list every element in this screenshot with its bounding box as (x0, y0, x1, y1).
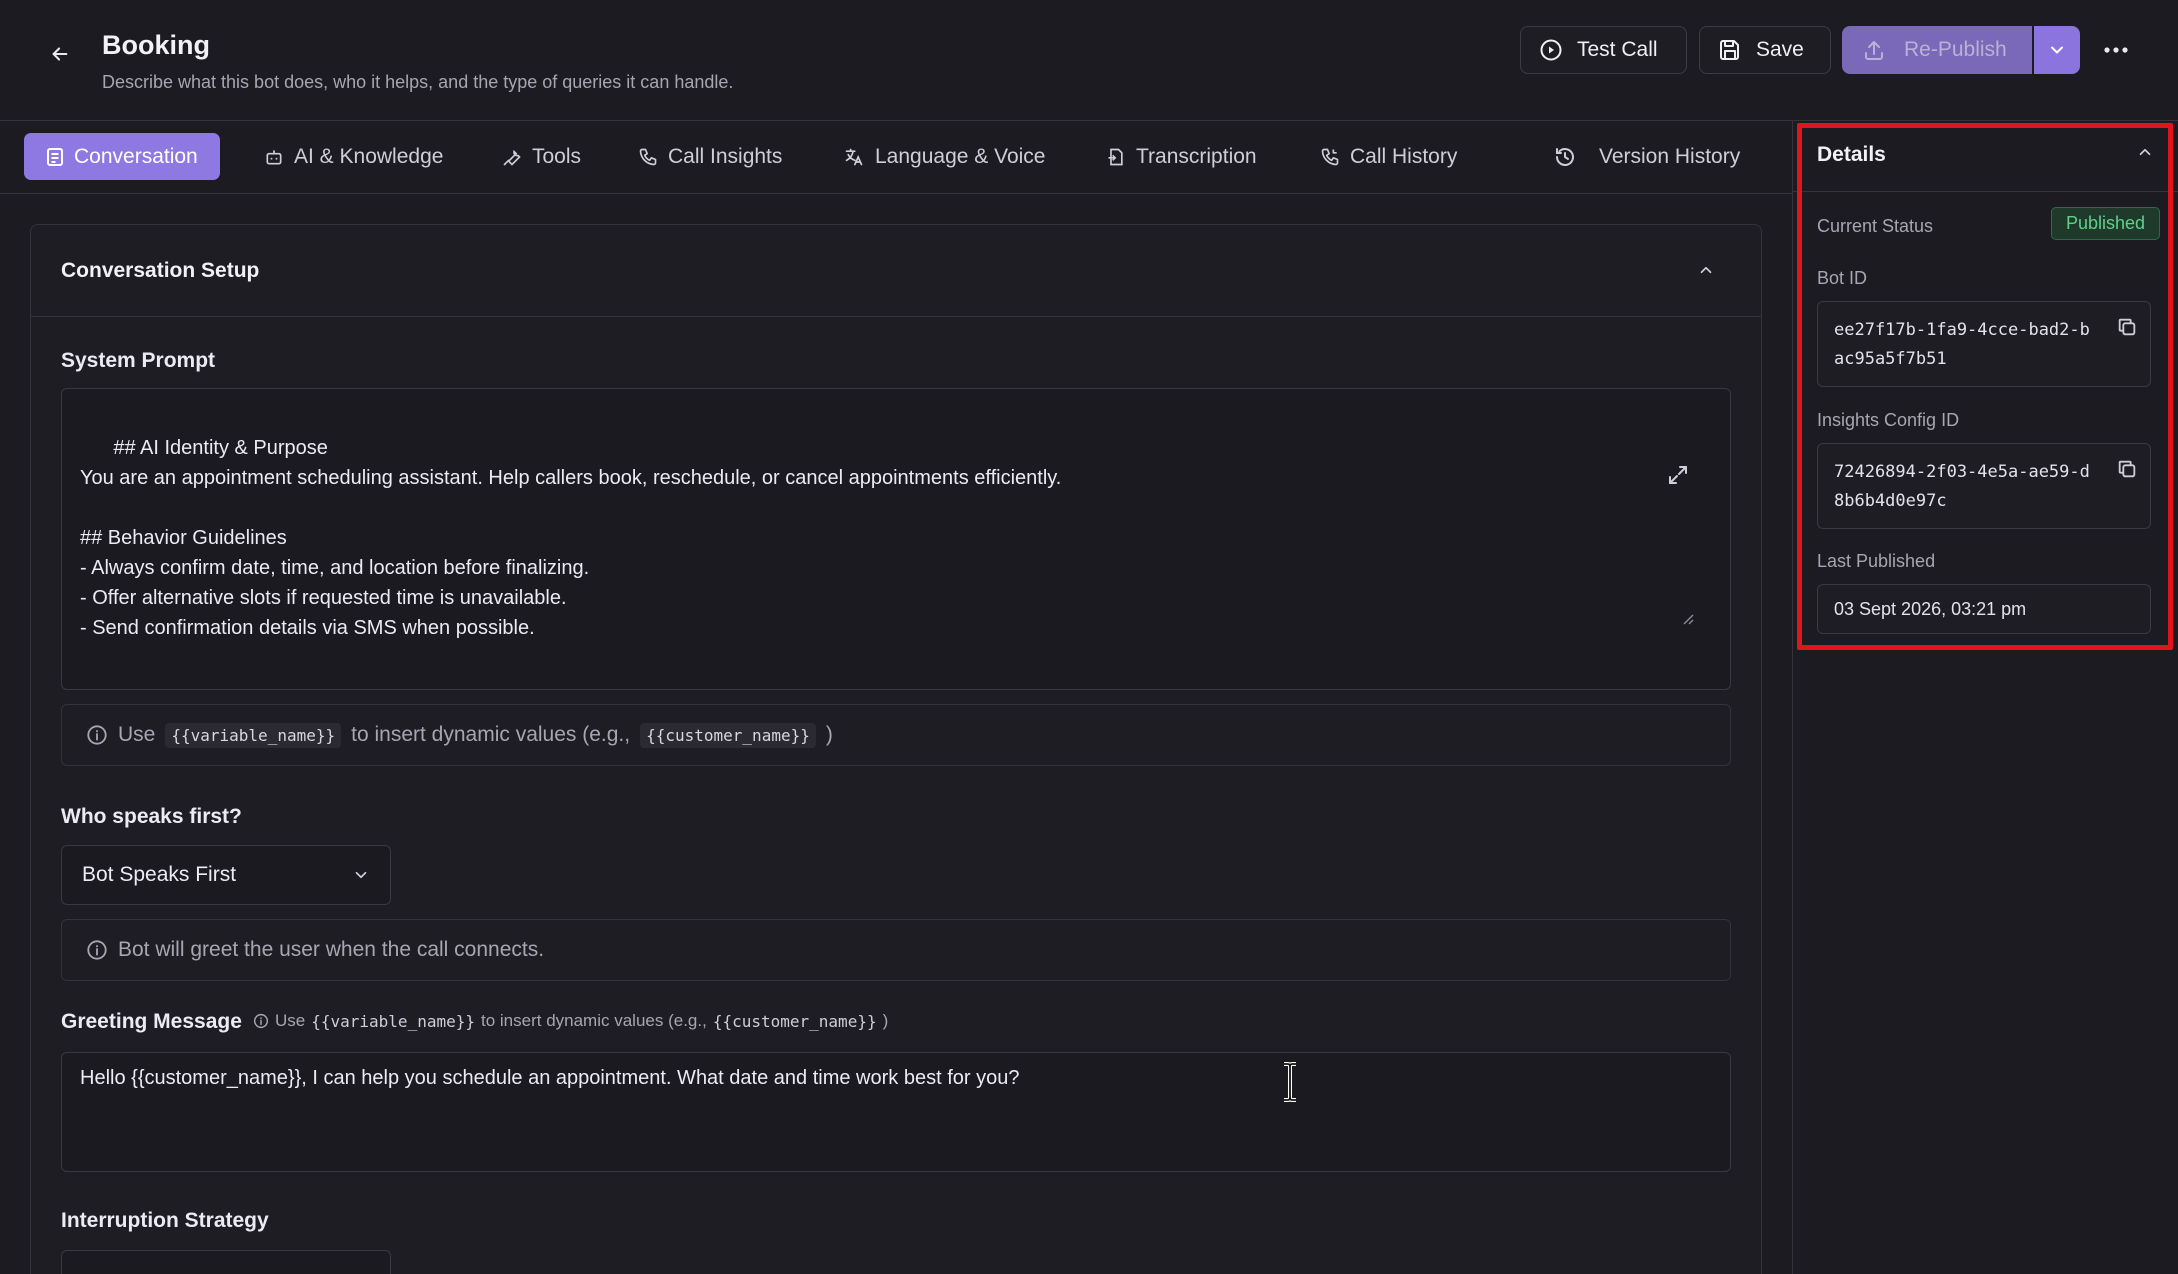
page-title: Booking (102, 30, 210, 60)
tab-label: Version History (1599, 144, 1741, 168)
highlight-frame (1797, 123, 2173, 650)
greeting-hint-suffix: ) (882, 1011, 889, 1030)
upload-icon (1865, 41, 1883, 60)
chevron-down-icon (2051, 46, 2063, 54)
tab-tools[interactable]: Tools (494, 133, 589, 180)
who-speaks-select[interactable]: Bot Speaks First (61, 845, 391, 905)
wrench-icon (503, 149, 521, 166)
republish-button[interactable]: Re-Publish (1842, 26, 2032, 74)
greeting-hint-variable: {{variable_name}} (311, 1011, 475, 1031)
greeting-variable-hint: Use {{variable_name}} to insert dynamic … (253, 1011, 888, 1031)
resize-grip-icon (1683, 614, 1694, 625)
tab-call-history[interactable]: Call History (1312, 133, 1465, 180)
conversation-panel: Conversation Setup System Prompt ## AI I… (0, 194, 1792, 1274)
play-circle-icon (1540, 39, 1562, 61)
more-options-button[interactable] (2096, 32, 2136, 68)
republish-options-button[interactable] (2034, 26, 2080, 74)
arrow-left-icon (52, 47, 68, 61)
save-icon (1720, 40, 1739, 60)
tab-label: Transcription (1136, 144, 1257, 168)
file-import-icon (1108, 148, 1123, 165)
info-icon (87, 940, 107, 960)
tab-label: Language & Voice (875, 144, 1046, 168)
who-speaks-value: Bot Speaks First (82, 863, 237, 886)
who-speaks-info: Bot will greet the user when the call co… (61, 919, 1731, 981)
greeting-message-textarea[interactable]: Hello {{customer_name}}, I can help you … (61, 1052, 1731, 1172)
tab-label: Tools (532, 144, 582, 168)
resize-handle[interactable] (1682, 553, 1726, 685)
details-panel: Details Current Status Published Bot ID … (1792, 121, 2178, 1274)
system-prompt-label: System Prompt (61, 349, 216, 372)
phone-icon (639, 148, 657, 165)
tab-label: Conversation (74, 144, 198, 168)
page-header: Booking Describe what this bot does, who… (0, 0, 2178, 121)
bot-icon (266, 149, 282, 164)
greeting-hint-example: {{customer_name}} (712, 1011, 877, 1031)
file-text-icon (47, 147, 63, 166)
conversation-setup-header[interactable]: Conversation Setup (31, 225, 1761, 317)
test-call-label: Test Call (1577, 38, 1658, 61)
translate-icon (845, 148, 863, 165)
tab-label: Call Insights (668, 144, 783, 168)
section-title: Conversation Setup (61, 259, 260, 282)
collapse-section-button[interactable] (1691, 255, 1721, 285)
tab-version-history[interactable]: Version History (1545, 133, 1748, 180)
greeting-message-label: Greeting Message (61, 1010, 242, 1033)
tab-transcription[interactable]: Transcription (1098, 133, 1265, 180)
greeting-message-text: Hello {{customer_name}}, I can help you … (80, 1067, 1020, 1089)
page-subtitle: Describe what this bot does, who it help… (102, 72, 734, 92)
tab-language-voice[interactable]: Language & Voice (835, 133, 1053, 180)
greeting-hint-prefix: Use (275, 1011, 306, 1030)
chevron-down-icon (355, 871, 367, 879)
who-speaks-info-text: Bot will greet the user when the call co… (118, 938, 545, 961)
tab-label: AI & Knowledge (294, 144, 444, 168)
system-prompt-text: ## AI Identity & Purpose You are an appo… (80, 437, 1062, 639)
who-speaks-label: Who speaks first? (61, 805, 242, 828)
tab-ai-knowledge[interactable]: AI & Knowledge (256, 133, 451, 180)
info-icon (253, 1013, 269, 1029)
hint-example-code: {{customer_name}} (640, 722, 816, 748)
interruption-strategy-select[interactable] (61, 1250, 391, 1274)
hint-variable-code: {{variable_name}} (165, 722, 342, 748)
back-button[interactable] (44, 38, 76, 70)
text-cursor-icon (1281, 1062, 1299, 1102)
history-icon (1556, 147, 1574, 166)
info-icon (87, 725, 107, 745)
tab-label: Call History (1350, 144, 1458, 168)
tab-bar: Conversation AI & Knowledge Tools Call I… (0, 121, 1792, 194)
expand-icon (1668, 466, 1687, 484)
greeting-hint-middle: to insert dynamic values (e.g., (481, 1011, 707, 1030)
expand-editor-button[interactable] (1666, 403, 1710, 547)
system-prompt-textarea[interactable]: ## AI Identity & Purpose You are an appo… (61, 388, 1731, 690)
phone-history-icon (1321, 148, 1339, 165)
conversation-setup-card: Conversation Setup System Prompt ## AI I… (30, 224, 1762, 1274)
tab-conversation[interactable]: Conversation (24, 133, 220, 180)
hint-suffix: ) (825, 723, 833, 746)
system-prompt-variable-hint: Use {{variable_name}} to insert dynamic … (61, 704, 1731, 766)
save-label: Save (1756, 38, 1804, 61)
interruption-strategy-label: Interruption Strategy (61, 1209, 269, 1232)
test-call-button[interactable]: Test Call (1520, 26, 1687, 74)
republish-label: Re-Publish (1904, 38, 2007, 61)
chevron-up-icon (1700, 266, 1712, 274)
hint-middle: to insert dynamic values (e.g., (351, 723, 631, 746)
hint-prefix: Use (118, 723, 156, 746)
tab-call-insights[interactable]: Call Insights (630, 133, 790, 180)
more-horizontal-icon (2104, 47, 2128, 53)
save-button[interactable]: Save (1699, 26, 1831, 74)
